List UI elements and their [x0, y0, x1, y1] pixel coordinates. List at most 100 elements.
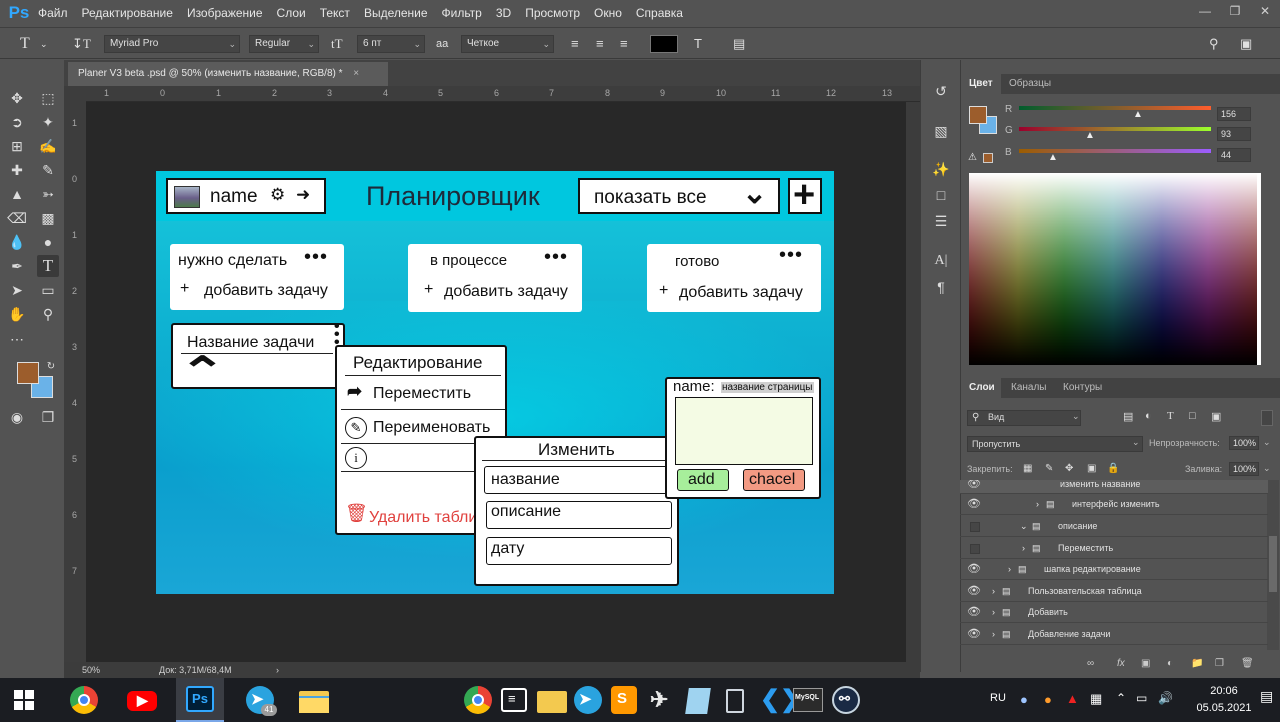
dodge-tool-icon[interactable]: ●: [37, 231, 59, 253]
text-orientation-icon[interactable]: ↧T: [72, 36, 91, 52]
antivirus-icon[interactable]: ▲: [1066, 691, 1079, 706]
clock-time[interactable]: 20:06: [1196, 685, 1252, 697]
layer-row[interactable]: 👁 › ▤ Добавить: [960, 602, 1268, 623]
warp-text-icon[interactable]: Τ: [694, 36, 702, 52]
more-icon[interactable]: •••: [779, 244, 803, 267]
lock-transparency-icon[interactable]: ▦: [1023, 463, 1032, 474]
menu-filter[interactable]: Фильтр: [442, 6, 482, 20]
align-right-icon[interactable]: ≡: [620, 36, 628, 52]
language-indicator[interactable]: RU: [990, 692, 1006, 704]
add-task-button[interactable]: добавить задачу: [444, 283, 568, 301]
filter-toggle[interactable]: [1261, 410, 1273, 426]
menu-edit[interactable]: Редактирование: [82, 6, 173, 20]
adjustments-icon[interactable]: ☰: [930, 210, 952, 232]
hand-tool-icon[interactable]: ✋: [6, 303, 28, 325]
layer-row[interactable]: 👁 изменить название: [960, 480, 1268, 494]
rectangle-tool-icon[interactable]: ▭: [37, 279, 59, 301]
menu-image[interactable]: Изображение: [187, 6, 263, 20]
swap-colors-icon[interactable]: ↻: [40, 356, 62, 378]
mysql-workbench-icon[interactable]: MySQL: [792, 685, 824, 715]
new-layer-icon[interactable]: ❐: [1215, 658, 1224, 669]
visibility-toggle[interactable]: [970, 522, 980, 532]
blend-mode-select[interactable]: Пропустить ⌄: [967, 436, 1143, 452]
chevron-right-icon[interactable]: ›: [992, 624, 995, 645]
move-tool-icon[interactable]: ✥: [6, 87, 28, 109]
brush-settings-icon[interactable]: ✨: [930, 158, 952, 180]
slider-handle-icon[interactable]: ▲: [1048, 152, 1058, 163]
move-menu-item[interactable]: Переместить: [373, 385, 471, 403]
menu-file[interactable]: Файл: [38, 6, 68, 20]
tab-channels[interactable]: Каналы: [1011, 382, 1047, 393]
telegram-pinned-icon[interactable]: ➤: [572, 685, 604, 715]
layer-row[interactable]: 👁 › ▤ интерфейс изменить: [960, 494, 1268, 515]
new-group-icon[interactable]: 📁: [1191, 658, 1203, 669]
gamut-color-chip[interactable]: [983, 153, 993, 163]
menu-type[interactable]: Текст: [320, 6, 350, 20]
align-center-icon[interactable]: ≡: [596, 36, 604, 52]
close-tab-icon[interactable]: ×: [353, 68, 359, 79]
network-globe-icon[interactable]: ●: [1020, 692, 1028, 707]
info-icon[interactable]: i: [345, 447, 367, 469]
paragraph-icon[interactable]: ¶: [930, 276, 952, 298]
recycle-bin-icon[interactable]: [718, 685, 750, 715]
character-icon[interactable]: A|: [930, 250, 952, 272]
more-icon[interactable]: •••: [304, 246, 328, 269]
layer-row[interactable]: › ▤ Переместить: [960, 538, 1268, 559]
eraser-tool-icon[interactable]: ⌫: [6, 207, 28, 229]
color-spectrum-picker[interactable]: [969, 173, 1257, 365]
slider-handle-icon[interactable]: ▲: [1133, 109, 1143, 120]
restore-icon[interactable]: ❐: [1220, 0, 1250, 22]
terminal-app-icon[interactable]: ≡: [498, 685, 530, 715]
fill-input[interactable]: 100%: [1229, 462, 1259, 476]
g-value-input[interactable]: 93: [1217, 127, 1251, 141]
add-task-button[interactable]: добавить задачу: [679, 284, 803, 302]
font-size-select[interactable]: 6 пт ⌄: [357, 35, 425, 53]
close-icon[interactable]: ✕: [1250, 0, 1280, 22]
type-tool-icon[interactable]: T: [37, 255, 59, 277]
eye-icon[interactable]: 👁: [966, 624, 982, 645]
change-description-field[interactable]: описание: [486, 501, 672, 529]
smart-object-filter-icon[interactable]: ▣: [1211, 410, 1221, 423]
chrome-icon[interactable]: [68, 685, 100, 715]
menu-view[interactable]: Просмотр: [525, 6, 580, 20]
add-name-button[interactable]: add: [677, 469, 729, 491]
antialias-select[interactable]: Четкое ⌄: [461, 35, 554, 53]
chevron-down-icon[interactable]: ⌄: [1263, 463, 1271, 474]
eye-icon[interactable]: 👁: [966, 559, 982, 580]
column-todo[interactable]: нужно сделать ••• + добавить задачу: [170, 244, 344, 310]
gradient-tool-icon[interactable]: ▩: [37, 207, 59, 229]
gear-icon[interactable]: ⚙: [270, 185, 285, 205]
tab-layers[interactable]: Слои: [969, 382, 995, 393]
rename-menu-item[interactable]: Переименовать: [373, 419, 490, 437]
clone-source-icon[interactable]: □: [930, 184, 952, 206]
chrome-pinned-icon[interactable]: [462, 685, 494, 715]
character-panel-icon[interactable]: ▤: [733, 36, 745, 52]
screen-mode-icon[interactable]: ❐: [37, 406, 59, 428]
volume-icon[interactable]: 🔊: [1158, 691, 1173, 705]
chevron-up-icon[interactable]: ⌃: [179, 349, 226, 395]
document-canvas[interactable]: name ⚙ ➜ Планировщик показать все ⌄ + ну…: [156, 171, 834, 594]
crop-tool-icon[interactable]: ⊞: [6, 135, 28, 157]
foreground-color-swatch[interactable]: [17, 362, 39, 384]
adjustment-layer-icon[interactable]: ◐: [1167, 658, 1173, 669]
sublime-text-icon[interactable]: S: [608, 685, 640, 715]
file-explorer-icon[interactable]: [298, 685, 330, 715]
add-button[interactable]: +: [788, 174, 822, 216]
column-in-progress[interactable]: в процессе ••• + добавить задачу: [408, 244, 582, 312]
eye-icon[interactable]: 👁: [966, 602, 982, 623]
pen-tool-icon[interactable]: ✒: [6, 255, 28, 277]
lock-pixels-icon[interactable]: ✎: [1045, 463, 1053, 474]
delete-table-item[interactable]: Удалить табли: [369, 509, 477, 527]
menu-3d[interactable]: 3D: [496, 6, 511, 20]
document-tab[interactable]: Planer V3 beta .psd @ 50% (изменить назв…: [68, 62, 388, 86]
pixel-layer-filter-icon[interactable]: ▤: [1123, 410, 1133, 423]
lock-artboard-icon[interactable]: ▣: [1087, 463, 1096, 474]
scroll-thumb[interactable]: [1269, 536, 1277, 592]
fx-icon[interactable]: fx: [1117, 658, 1125, 669]
eye-icon[interactable]: 👁: [966, 494, 982, 515]
youtube-icon[interactable]: ▶: [126, 685, 158, 715]
type-filter-icon[interactable]: T: [1167, 410, 1174, 422]
lasso-tool-icon[interactable]: ➲: [6, 111, 28, 133]
chevron-right-icon[interactable]: ›: [992, 602, 995, 623]
steam-icon[interactable]: ⚯: [830, 685, 862, 715]
